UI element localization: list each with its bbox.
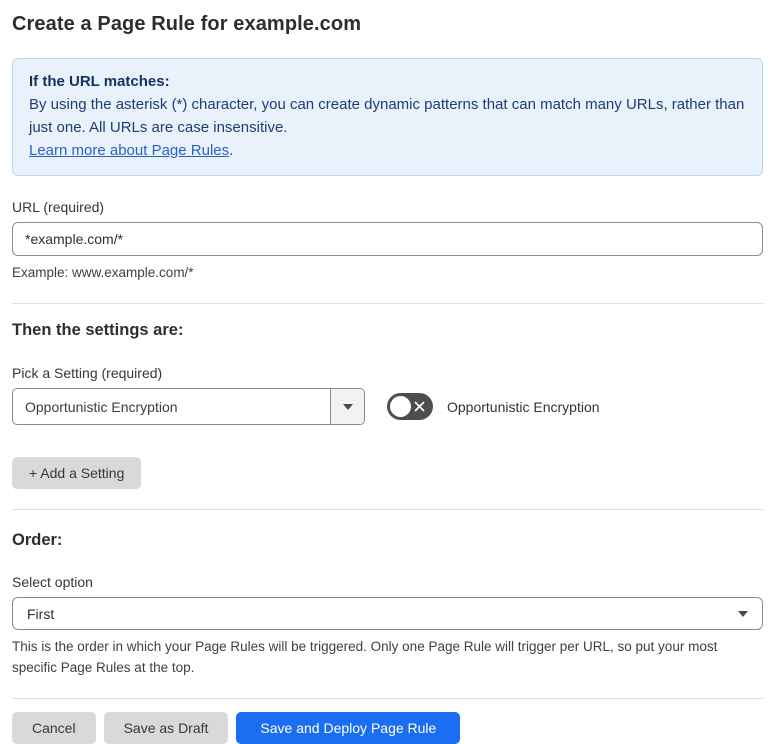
toggle-x-icon — [413, 400, 426, 418]
info-box-body: By using the asterisk (*) character, you… — [29, 96, 745, 136]
url-match-info-box: If the URL matches: By using the asteris… — [12, 58, 763, 176]
divider — [12, 698, 763, 699]
setting-dropdown-arrow-button[interactable] — [330, 389, 364, 424]
page-rule-form: Create a Page Rule for example.com If th… — [0, 0, 775, 744]
page-title: Create a Page Rule for example.com — [12, 13, 362, 35]
url-example-helper: Example: www.example.com/* — [12, 265, 194, 280]
learn-more-link[interactable]: Learn more about Page Rules — [29, 142, 229, 159]
order-select-label: Select option — [12, 574, 93, 590]
order-helper-text: This is the order in which your Page Rul… — [12, 639, 718, 675]
info-box-link-line: Learn more about Page Rules. — [29, 139, 746, 162]
order-select-value: First — [27, 605, 55, 622]
info-box-heading: If the URL matches: — [29, 73, 170, 90]
divider — [12, 509, 763, 510]
pick-setting-label: Pick a Setting (required) — [12, 365, 163, 381]
divider — [12, 303, 763, 304]
chevron-down-icon — [342, 403, 353, 410]
settings-section-heading: Then the settings are: — [12, 321, 184, 339]
setting-picker-row: Opportunistic Encryption Opportunistic E… — [12, 388, 763, 425]
order-select[interactable]: First — [12, 597, 763, 630]
link-period: . — [229, 142, 234, 159]
url-field-label: URL (required) — [12, 199, 105, 215]
opportunistic-encryption-toggle[interactable] — [387, 393, 433, 420]
add-setting-button[interactable]: + Add a Setting — [12, 457, 142, 489]
toggle-knob — [390, 396, 411, 417]
chevron-down-icon — [738, 611, 748, 617]
setting-toggle-group: Opportunistic Encryption — [387, 393, 600, 420]
url-input[interactable] — [12, 222, 763, 256]
order-section-heading: Order: — [12, 531, 63, 549]
setting-dropdown-value: Opportunistic Encryption — [25, 398, 178, 415]
toggle-label: Opportunistic Encryption — [447, 398, 600, 415]
setting-dropdown[interactable]: Opportunistic Encryption — [12, 388, 365, 425]
